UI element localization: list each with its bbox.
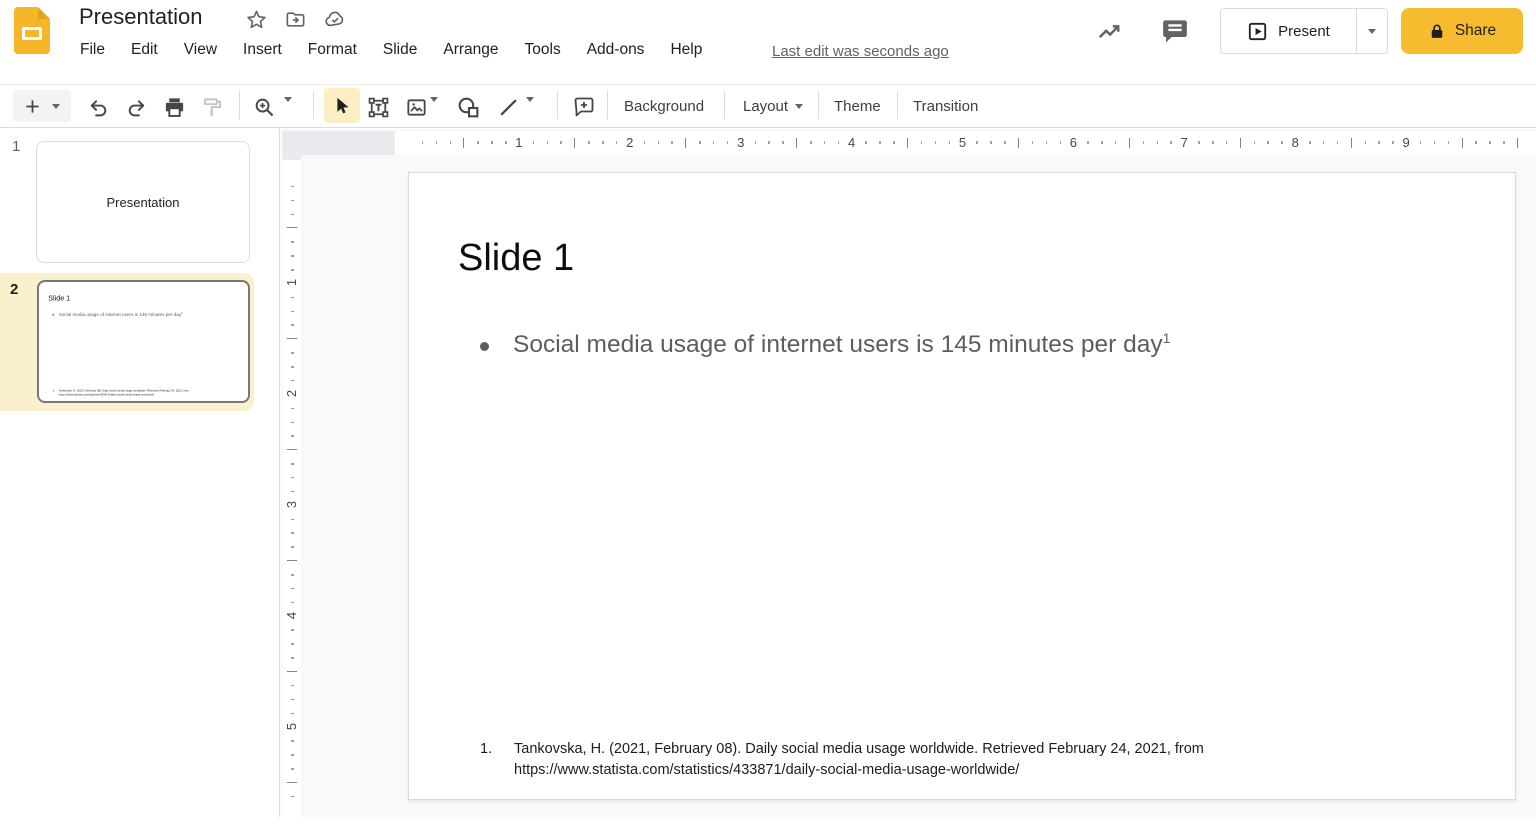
insert-image-button[interactable] [402,93,430,121]
menu-slide[interactable]: Slide [383,41,417,59]
v-ruler-number: 4 [284,608,299,623]
v-ruler-number: 3 [284,497,299,512]
mini-slide-title: Slide 1 [48,294,70,302]
toolbar-separator [724,91,725,119]
menu-help[interactable]: Help [670,41,702,59]
toolbar-separator [557,91,558,119]
toolbar-separator [818,91,819,119]
present-button[interactable]: Present [1221,9,1356,53]
text-box-button[interactable] [364,93,392,121]
bullet-superscript: 1 [1163,330,1171,346]
editor-workarea: 1 2 3 4 5 6 7 8 9 1 2 3 4 5 Slide 1 Social media usa… [281,129,1536,817]
select-tool-button[interactable] [324,88,360,123]
mini-slide-footnote: 1. Tankovska, H. (2021, February 08). Da… [52,389,189,397]
toolbar-separator [607,91,608,119]
line-caret-icon[interactable] [526,102,534,120]
paint-format-button[interactable] [198,93,226,121]
menu-view[interactable]: View [184,41,217,59]
slide-2-thumbnail-content: Slide 1 Social media usage of internet u… [39,282,248,400]
slide-footnote-text[interactable]: 1. Tankovska, H. (2021, February 08). Da… [480,739,1204,781]
add-comment-button[interactable] [570,93,598,121]
zoom-caret-icon[interactable] [284,102,292,120]
vertical-ruler-margin [283,131,301,160]
insert-shape-button[interactable] [454,93,482,121]
v-ruler-number: 5 [284,719,299,734]
zoom-button[interactable] [250,93,278,121]
layout-caret-icon [795,104,803,109]
bullet-dot [52,314,54,316]
undo-button[interactable] [84,93,112,121]
activity-trend-icon[interactable] [1094,18,1124,46]
plus-icon [24,98,41,115]
slide-1-number: 1 [12,138,20,155]
logo-fold [38,7,50,19]
toolbar-separator [239,91,240,119]
h-ruler-number: 1 [515,135,522,150]
mini-slide-bullet: Social media usage of internet users is … [52,312,182,317]
layout-button[interactable]: Layout [743,85,803,127]
h-ruler-number: 3 [737,135,744,150]
toolbar-separator [313,91,314,119]
present-button-label: Present [1278,23,1330,40]
insert-line-button[interactable] [494,93,522,121]
present-dropdown-button[interactable] [1356,9,1387,53]
menu-tools[interactable]: Tools [525,41,561,59]
slide-1-thumbnail-title: Presentation [107,195,180,210]
move-to-folder-icon[interactable] [284,8,307,31]
new-slide-button[interactable] [13,90,71,122]
menu-bar: File Edit View Insert Format Slide Arran… [80,41,702,59]
new-slide-caret-icon [52,104,60,109]
h-ruler-number: 7 [1181,135,1188,150]
menu-format[interactable]: Format [308,41,357,59]
star-icon[interactable] [245,8,268,31]
app-header: Presentation File Edit View Insert Forma… [0,0,1536,84]
slide-title-text[interactable]: Slide 1 [458,237,574,280]
toolbar: Background Layout Theme Transition [0,84,1536,128]
h-ruler-number: 6 [1070,135,1077,150]
document-title[interactable]: Presentation [79,4,203,30]
last-edit-status[interactable]: Last edit was seconds ago [772,43,949,60]
h-ruler-number: 8 [1292,135,1299,150]
h-ruler-number: 9 [1402,135,1409,150]
horizontal-ruler: 1 2 3 4 5 6 7 8 9 [395,131,1536,155]
redo-button[interactable] [122,93,150,121]
v-ruler-number: 1 [284,275,299,290]
bullet-dot [480,342,489,351]
h-ruler-number: 5 [959,135,966,150]
h-ruler-number: 2 [626,135,633,150]
layout-button-label: Layout [743,98,788,115]
chevron-down-icon [1368,29,1376,34]
menu-arrange[interactable]: Arrange [443,41,498,59]
cloud-saved-icon[interactable] [323,8,347,31]
theme-button[interactable]: Theme [834,85,881,127]
share-button[interactable]: Share [1401,8,1523,54]
h-ruler-number: 4 [848,135,855,150]
image-caret-icon[interactable] [430,102,438,120]
logo-frame [22,27,42,40]
v-ruler-number: 2 [284,386,299,401]
menu-addons[interactable]: Add-ons [587,41,645,59]
menu-file[interactable]: File [80,41,105,59]
toolbar-separator [897,91,898,119]
vertical-ruler: 1 2 3 4 5 [283,160,301,834]
slide-2-thumbnail[interactable]: Slide 1 Social media usage of internet u… [37,280,250,403]
comments-icon[interactable] [1160,17,1190,46]
horizontal-ruler-margin [301,131,395,155]
slide-bullet-text[interactable]: Social media usage of internet users is … [480,330,1170,359]
slide-canvas[interactable]: Slide 1 Social media usage of internet u… [408,172,1516,800]
background-button[interactable]: Background [624,85,704,127]
menu-insert[interactable]: Insert [243,41,282,59]
present-button-group: Present [1220,8,1388,54]
cursor-icon [331,95,353,117]
share-button-label: Share [1455,22,1496,40]
transition-button[interactable]: Transition [913,85,978,127]
slide-2-number: 2 [10,281,18,298]
slides-logo-icon[interactable] [14,7,50,54]
slide-1-thumbnail[interactable]: Presentation [36,141,250,263]
print-button[interactable] [160,93,188,121]
slides-filmstrip: 1 Presentation 2 Slide 1 Social media us… [0,129,280,817]
menu-edit[interactable]: Edit [131,41,158,59]
lock-icon [1428,22,1446,41]
